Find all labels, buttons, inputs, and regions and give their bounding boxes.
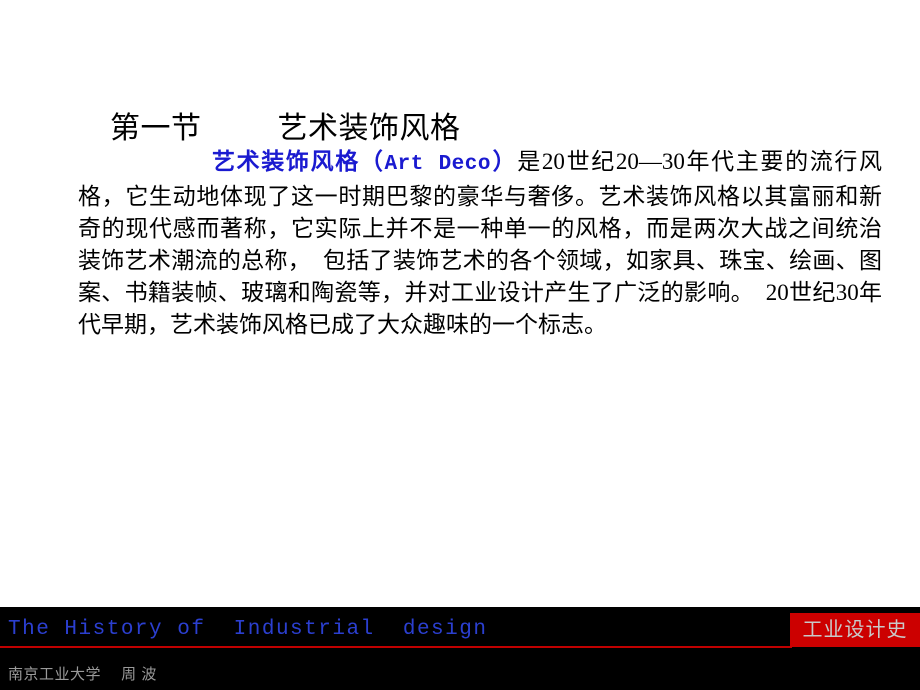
accent-term-latin: Art Deco: [384, 153, 491, 176]
accent-term-close: ）: [490, 149, 518, 174]
footer-course-title: The History of Industrial design: [8, 618, 488, 641]
title-section-name: 艺术装饰风格: [277, 112, 461, 145]
footer-author: 南京工业大学 周 波: [8, 666, 157, 683]
slide-footer: The History of Industrial design 工业设计史 南…: [0, 607, 920, 690]
accent-term-cn: 艺术装饰风格（: [212, 149, 385, 174]
title-section-label: 第一节: [110, 112, 202, 145]
footer-course-badge: 工业设计史: [790, 613, 920, 647]
slide-canvas: 第一节 艺术装饰风格 艺术装饰风格（Art Deco）是20世纪20—30年代主要…: [0, 0, 920, 690]
body-paragraph: 艺术装饰风格（Art Deco）是20世纪20—30年代主要的流行风格，它生动地…: [78, 146, 882, 341]
body-text: 是20世纪20—30年代主要的流行风格，它生动地体现了这一时期巴黎的豪华与奢侈。…: [78, 149, 883, 337]
footer-divider: [0, 646, 792, 648]
accent-term: 艺术装饰风格（Art Deco）: [212, 149, 518, 176]
